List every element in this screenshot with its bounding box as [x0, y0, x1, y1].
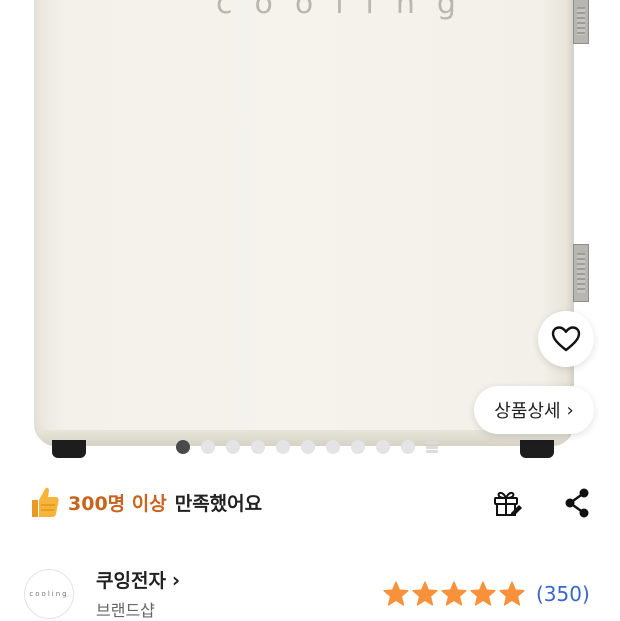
satisfaction-count: 300명 이상	[68, 492, 167, 515]
chevron-right-icon: ›	[566, 399, 574, 421]
star-icon	[441, 581, 467, 606]
image-pager[interactable]	[176, 440, 438, 454]
pager-dot[interactable]	[401, 440, 415, 454]
pager-dot[interactable]	[326, 440, 340, 454]
rating-summary[interactable]: (350)	[382, 580, 590, 608]
seller-text-group: 쿠잉전자 › 브랜드샵	[96, 566, 180, 621]
pager-dot[interactable]	[226, 440, 240, 454]
product-image-fridge	[34, 0, 574, 446]
wishlist-button[interactable]	[538, 311, 594, 367]
pager-dot[interactable]	[376, 440, 390, 454]
pager-dot[interactable]	[201, 440, 215, 454]
product-detail-label: 상품상세	[494, 401, 561, 422]
pager-dot[interactable]	[176, 440, 190, 454]
gift-icon	[494, 491, 522, 516]
seller-avatar-logo-text: cooling	[29, 589, 69, 598]
pager-dot[interactable]	[276, 440, 290, 454]
product-detail-button[interactable]: 상품상세 ›	[474, 386, 594, 434]
pager-dot[interactable]	[251, 440, 265, 454]
seller-name-link[interactable]: 쿠잉전자 ›	[96, 566, 180, 593]
fridge-hinge-top	[573, 0, 589, 44]
product-brand-watermark: cooling	[216, 0, 478, 21]
gift-button[interactable]	[490, 486, 524, 520]
seller-name: 쿠잉전자	[96, 570, 166, 592]
seller-info-row[interactable]: cooling 쿠잉전자 › 브랜드샵	[24, 566, 180, 621]
chevron-right-icon: ›	[171, 567, 181, 592]
fridge-foot-right	[520, 440, 554, 458]
pager-dot[interactable]	[351, 440, 365, 454]
star-icon	[470, 581, 496, 606]
star-icon	[412, 581, 438, 606]
star-icon	[499, 581, 525, 606]
satisfaction-summary: 300명 이상 만족했어요	[28, 482, 262, 522]
satisfaction-text: 만족했어요	[174, 492, 263, 515]
thumbs-up-icon	[32, 487, 59, 517]
star-icon	[383, 581, 409, 606]
seller-avatar[interactable]: cooling	[24, 568, 74, 619]
share-button[interactable]	[560, 486, 594, 520]
heart-outline-icon	[551, 326, 581, 352]
star-rating	[382, 580, 526, 608]
pager-dot[interactable]	[301, 440, 315, 454]
fridge-foot-left	[52, 440, 86, 458]
fridge-hinge-bottom	[573, 244, 589, 302]
share-icon	[565, 488, 589, 518]
seller-type: 브랜드샵	[96, 601, 155, 620]
review-count[interactable]: (350)	[536, 582, 590, 606]
pager-grid-icon[interactable]	[426, 441, 438, 453]
